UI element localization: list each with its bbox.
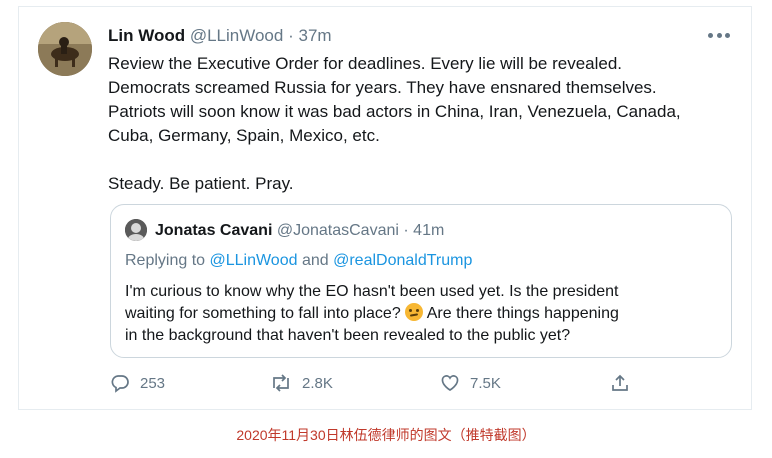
retweet-count: 2.8K xyxy=(302,374,333,392)
tweet-actions: 253 2.8K 7.5K xyxy=(110,372,650,394)
quoted-line-segment: waiting for something to fall into place… xyxy=(125,305,401,322)
reply-count: 253 xyxy=(140,374,166,392)
like-count: 7.5K xyxy=(470,374,501,392)
header-separator: · xyxy=(288,26,294,45)
quoted-text: I'm curious to know why the EO hasn't be… xyxy=(125,281,725,347)
thinking-emoji xyxy=(405,303,424,321)
reply-user-link[interactable]: @realDonaldTrump xyxy=(333,252,472,269)
quoted-author-name[interactable]: Jonatas Cavani xyxy=(155,222,272,239)
tweet-line: Review the Executive Order for deadlines… xyxy=(108,54,623,73)
quoted-line: waiting for something to fall into place… xyxy=(125,303,725,325)
quoted-line: in the background that haven't been reve… xyxy=(125,327,571,344)
quoted-author-handle[interactable]: @JonatasCavani xyxy=(277,222,399,239)
quoted-author-avatar[interactable] xyxy=(125,219,147,241)
quoted-header: Jonatas Cavani @JonatasCavani · 41m xyxy=(155,221,444,241)
reply-user-link[interactable]: @LLinWood xyxy=(210,252,298,269)
reply-and: and xyxy=(301,252,329,269)
share-icon xyxy=(610,373,630,393)
tweet-line: Patriots will soon know it was bad actor… xyxy=(108,102,681,121)
tweet-text: Review the Executive Order for deadlines… xyxy=(108,52,728,196)
share-button[interactable] xyxy=(610,372,630,394)
tweet-line: Democrats screamed Russia for years. The… xyxy=(108,78,657,97)
reply-icon xyxy=(110,373,130,393)
quoted-separator: · xyxy=(403,222,409,239)
author-name[interactable]: Lin Wood xyxy=(108,26,185,45)
tweet-header: Lin Wood @LLinWood · 37m xyxy=(108,26,332,46)
quoted-line: I'm curious to know why the EO hasn't be… xyxy=(125,283,619,300)
author-avatar[interactable] xyxy=(38,22,92,76)
image-caption: 2020年11月30日林伍德律师的图文（推特截图） xyxy=(236,427,536,443)
like-button[interactable]: 7.5K xyxy=(440,372,501,394)
tweet-line: Cuba, Germany, Spain, Mexico, etc. xyxy=(108,126,380,145)
replying-prefix: Replying to xyxy=(125,252,206,269)
tweet-time[interactable]: 37m xyxy=(298,26,331,45)
quoted-line-segment: Are there things happening xyxy=(426,305,619,322)
author-handle[interactable]: @LLinWood xyxy=(190,26,284,45)
reply-button[interactable]: 253 xyxy=(110,372,165,394)
tweet-closing-line: Steady. Be patient. Pray. xyxy=(108,174,294,193)
like-icon xyxy=(440,373,460,393)
retweet-button[interactable]: 2.8K xyxy=(270,372,333,394)
more-icon[interactable] xyxy=(708,26,730,44)
retweet-icon xyxy=(270,373,292,393)
replying-to: Replying to @LLinWood and @realDonaldTru… xyxy=(125,251,472,271)
quoted-tweet[interactable]: Jonatas Cavani @JonatasCavani · 41m Repl… xyxy=(110,204,732,358)
quoted-time[interactable]: 41m xyxy=(413,222,444,239)
